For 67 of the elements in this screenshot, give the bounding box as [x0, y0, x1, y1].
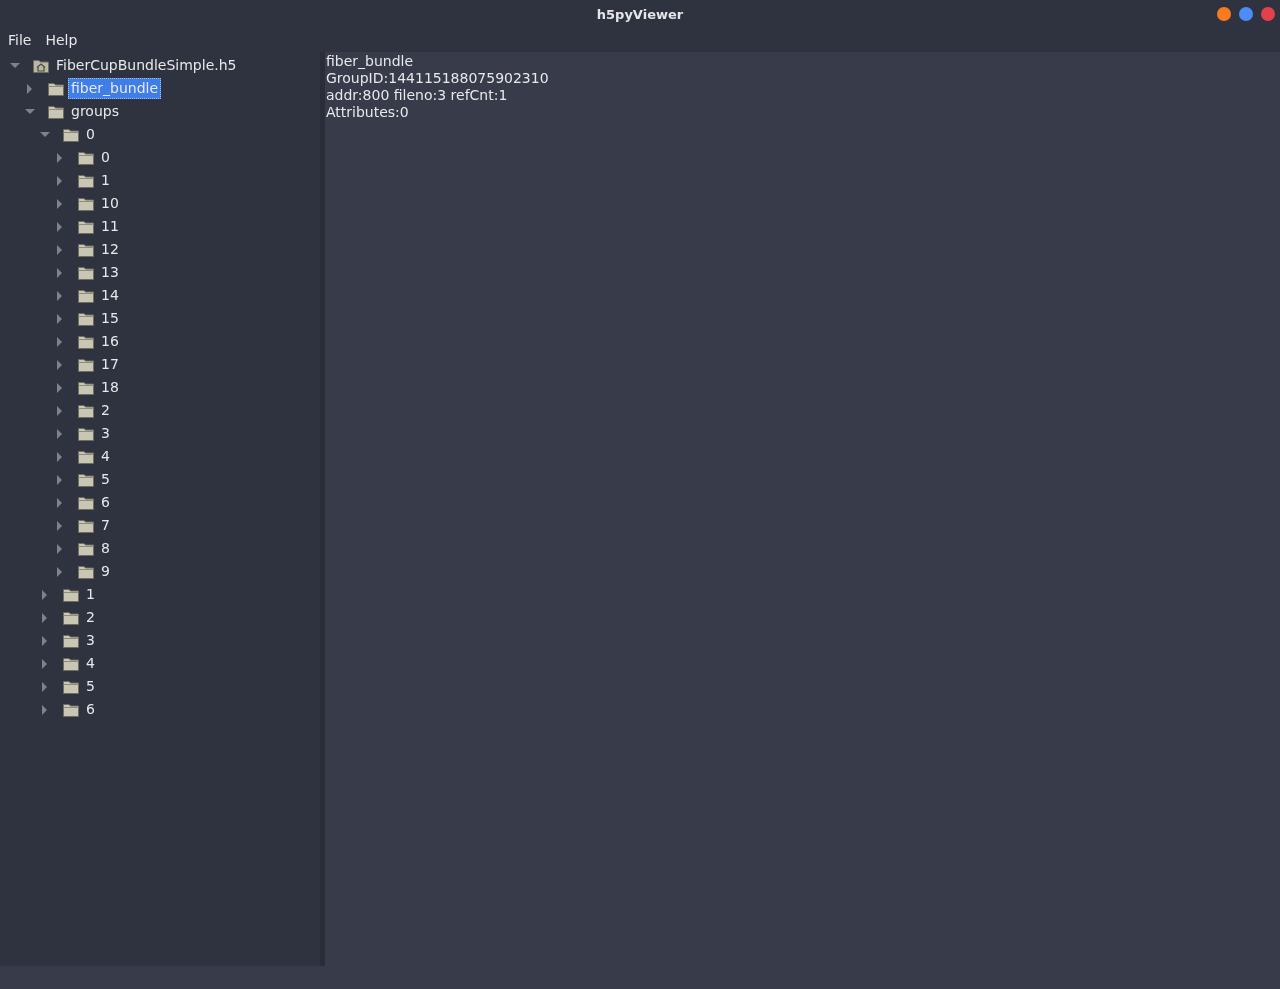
folder-icon — [78, 403, 94, 418]
folder-icon — [78, 242, 94, 257]
folder-icon — [63, 656, 79, 671]
tree-item[interactable]: 0 — [83, 124, 98, 145]
tree-item[interactable]: 9 — [98, 561, 113, 582]
tree-item[interactable]: 16 — [98, 331, 122, 352]
folder-icon — [78, 334, 94, 349]
close-button[interactable] — [1261, 7, 1275, 21]
tree-item[interactable]: 6 — [98, 492, 113, 513]
tree-item[interactable]: 5 — [83, 676, 98, 697]
folder-icon — [63, 127, 79, 142]
folder-icon — [78, 173, 94, 188]
folder-icon — [48, 104, 64, 119]
tree-item[interactable]: 6 — [83, 699, 98, 720]
tree-item[interactable]: 15 — [98, 308, 122, 329]
tree-item[interactable]: 2 — [98, 400, 113, 421]
detail-line: GroupID:144115188075902310 — [326, 70, 550, 87]
folder-icon — [63, 610, 79, 625]
detail-line: addr:800 fileno:3 refCnt:1 — [326, 87, 509, 104]
folder-icon — [63, 587, 79, 602]
tree-item[interactable]: 2 — [83, 607, 98, 628]
folder-icon — [63, 679, 79, 694]
detail-line: fiber_bundle — [326, 53, 415, 70]
detail-line: Attributes:0 — [326, 104, 410, 121]
folder-icon — [78, 449, 94, 464]
tree-item[interactable]: FiberCupBundleSimple.h5 — [53, 55, 240, 76]
tree-item[interactable]: 18 — [98, 377, 122, 398]
tree-item[interactable]: 4 — [83, 653, 98, 674]
folder-icon — [78, 265, 94, 280]
maximize-button[interactable] — [1239, 7, 1253, 21]
tree-item[interactable]: 10 — [98, 193, 122, 214]
folder-icon — [78, 380, 94, 395]
tree-item[interactable]: 4 — [98, 446, 113, 467]
folder-icon — [78, 288, 94, 303]
folder-icon — [78, 150, 94, 165]
folder-icon — [78, 311, 94, 326]
home-folder-icon — [33, 58, 49, 73]
folder-icon — [78, 541, 94, 556]
menu-item[interactable]: File — [8, 32, 32, 48]
menu-item[interactable]: Help — [45, 32, 78, 48]
folder-icon — [78, 495, 94, 510]
tree-item[interactable]: 11 — [98, 216, 122, 237]
tree-item[interactable]: 8 — [98, 538, 113, 559]
folder-icon — [48, 81, 64, 96]
folder-icon — [78, 426, 94, 441]
folder-icon — [78, 196, 94, 211]
tree-item[interactable]: 5 — [98, 469, 113, 490]
tree-item[interactable]: 0 — [98, 147, 113, 168]
tree-item[interactable]: 13 — [98, 262, 122, 283]
tree-item[interactable]: 3 — [98, 423, 113, 444]
folder-icon — [78, 518, 94, 533]
folder-icon — [63, 702, 79, 717]
tree-item[interactable]: groups — [68, 101, 122, 122]
folder-icon — [78, 564, 94, 579]
minimize-button[interactable] — [1217, 7, 1231, 21]
tree-item[interactable]: 1 — [83, 584, 98, 605]
window-title: h5pyViewer — [596, 6, 684, 22]
tree-item[interactable]: 3 — [83, 630, 98, 651]
tree-item[interactable]: 17 — [98, 354, 122, 375]
tree-item[interactable]: 12 — [98, 239, 122, 260]
folder-icon — [78, 472, 94, 487]
folder-icon — [78, 219, 94, 234]
tree-item[interactable]: 1 — [98, 170, 113, 191]
folder-icon — [78, 357, 94, 372]
tree-item[interactable]: 7 — [98, 515, 113, 536]
folder-icon — [63, 633, 79, 648]
tree-item[interactable]: 14 — [98, 285, 122, 306]
